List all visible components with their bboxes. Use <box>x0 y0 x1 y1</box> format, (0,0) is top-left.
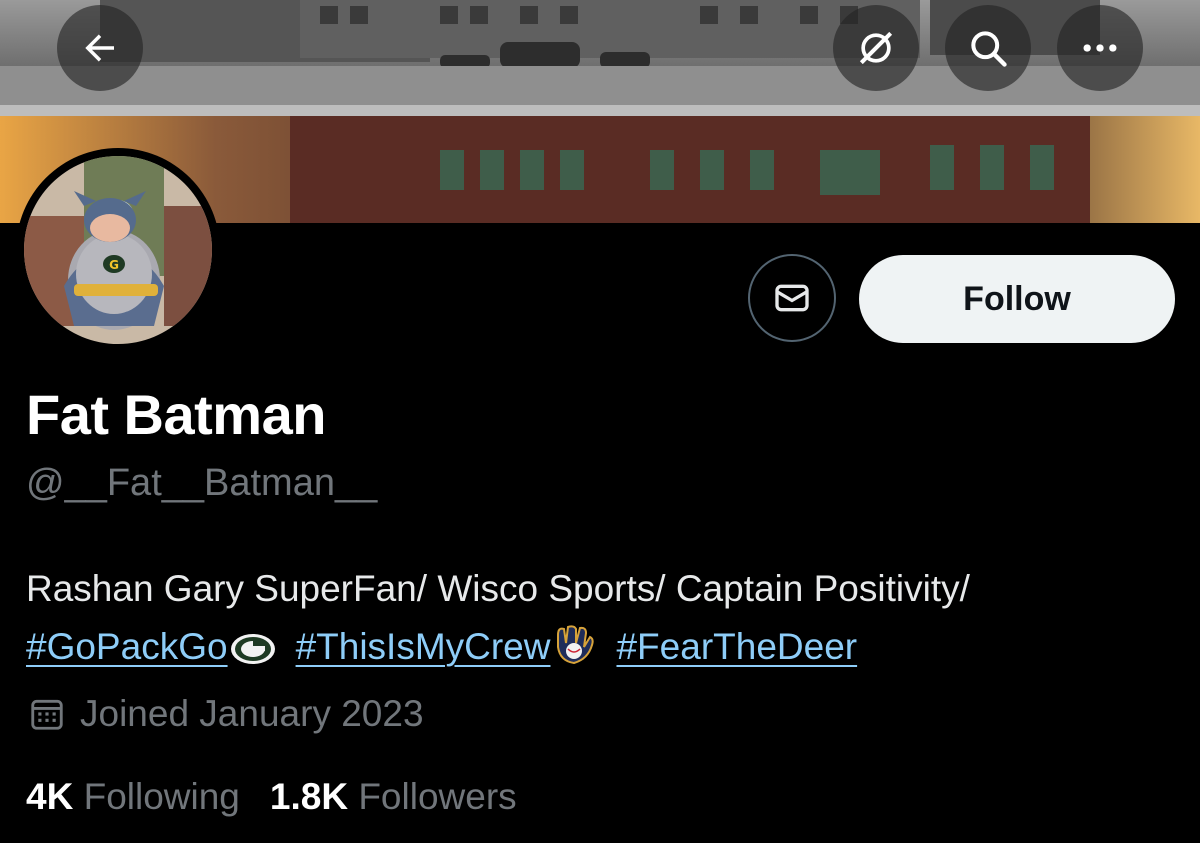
brewers-glove-icon <box>557 625 595 665</box>
grok-button[interactable] <box>833 5 919 91</box>
avatar[interactable]: G <box>16 148 220 352</box>
followers-link[interactable]: 1.8K Followers <box>270 776 517 818</box>
bio-hashtags: #GoPackGo #ThisIsMyCrew #FearTheDeer <box>26 618 1186 676</box>
search-icon <box>971 31 1007 67</box>
more-button[interactable] <box>1057 5 1143 91</box>
packers-logo-icon <box>230 634 275 664</box>
following-link[interactable]: 4K Following <box>26 776 240 818</box>
calendar-icon <box>31 699 63 730</box>
followers-count: 1.8K <box>269 776 349 817</box>
profile-stats: 4K Following 1.8K Followers <box>26 776 547 818</box>
arrow-left-icon <box>85 34 114 62</box>
back-button[interactable] <box>57 5 143 91</box>
slashed-circle-icon <box>859 31 893 65</box>
joined-date: Joined January 2023 <box>28 693 424 735</box>
joined-label: Joined January 2023 <box>80 693 424 734</box>
hashtag-gopackgo[interactable]: #GoPackGo <box>26 626 228 667</box>
envelope-icon <box>775 284 809 312</box>
profile-bio: Rashan Gary SuperFan/ Wisco Sports/ Capt… <box>26 560 1186 676</box>
svg-text:G: G <box>109 258 119 272</box>
hashtag-fearthedeer[interactable]: #FearTheDeer <box>616 626 857 667</box>
display-name: Fat Batman <box>26 383 326 446</box>
bio-text: Rashan Gary SuperFan/ Wisco Sports/ Capt… <box>26 568 970 609</box>
search-button[interactable] <box>945 5 1031 91</box>
message-button[interactable] <box>748 254 836 342</box>
profile-handle: @__Fat__Batman__ <box>26 462 378 504</box>
avatar-image: G <box>24 156 212 344</box>
following-label: Following <box>83 776 240 817</box>
followers-label: Followers <box>358 776 517 817</box>
follow-button[interactable]: Follow <box>859 255 1175 343</box>
hashtag-thisismycrew[interactable]: #ThisIsMyCrew <box>296 626 551 667</box>
following-count: 4K <box>26 776 74 817</box>
more-horizontal-icon <box>1083 44 1117 52</box>
